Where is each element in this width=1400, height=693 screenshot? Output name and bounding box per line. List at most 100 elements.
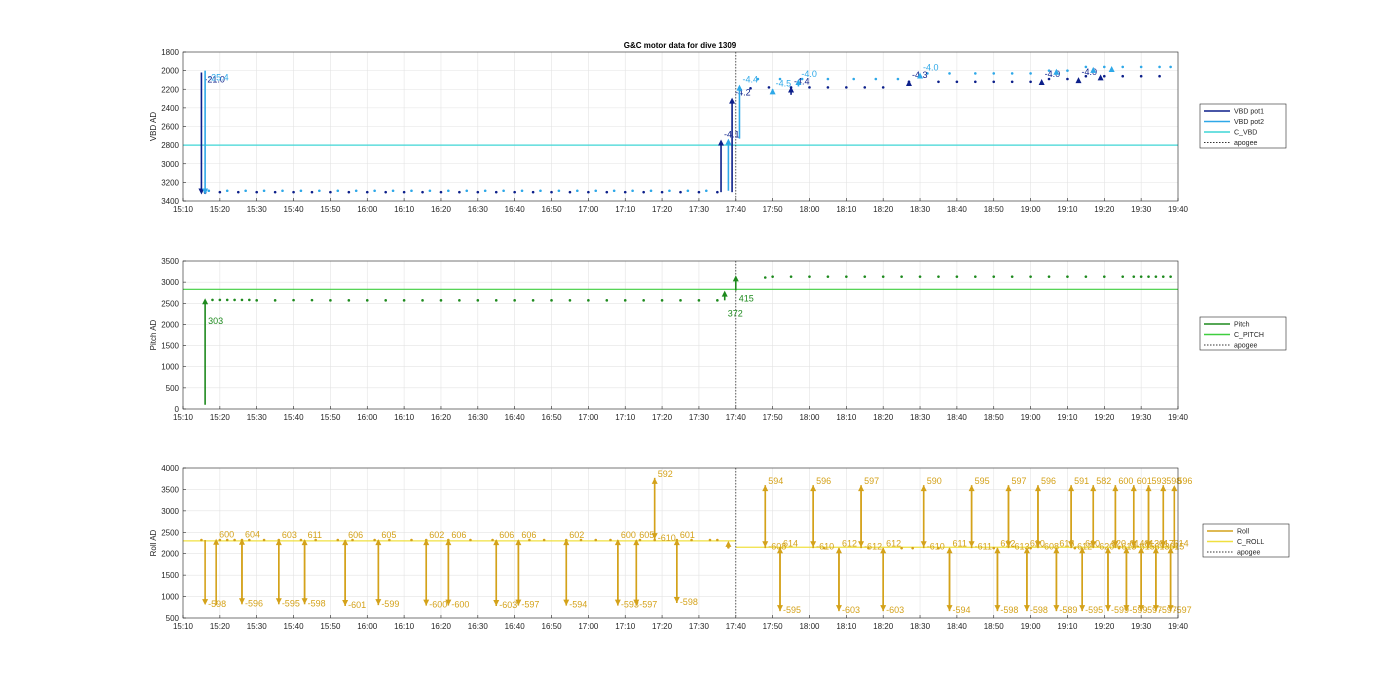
data-point-vbd-pot1: [1158, 74, 1161, 78]
data-point-pitch: [1169, 275, 1172, 278]
data-point-pitch: [863, 275, 867, 278]
y-tick-label: 2400: [161, 104, 179, 113]
data-point-vbd-pot1: [458, 190, 461, 194]
x-tick-label: 17:20: [652, 413, 673, 422]
x-tick-label: 16:30: [468, 413, 489, 422]
y-tick-label: 1000: [161, 363, 179, 372]
data-point-pitch: [513, 299, 516, 302]
data-point-vbd-pot2: [948, 72, 951, 75]
data-point-vbd-pot2: [594, 189, 598, 193]
data-point-pitch: [1154, 275, 1158, 278]
x-tick-label: 19:40: [1168, 622, 1189, 631]
arrow-label: -610: [658, 533, 676, 543]
x-tick-label: 16:00: [357, 622, 378, 631]
data-point-vbd-pot2: [428, 189, 432, 193]
arrow-label: 603: [282, 530, 297, 540]
data-point-pitch: [273, 299, 277, 302]
data-point-vbd-pot1: [273, 190, 277, 194]
data-point-pitch: [292, 298, 295, 302]
arrow-label: -601: [348, 600, 366, 610]
data-point-vbd-pot1: [679, 190, 682, 194]
data-point-vbd-pot1: [1029, 80, 1032, 84]
legend: VBD pot1 VBD pot2 C_VBDapogee: [1199, 103, 1287, 149]
data-point-vbd-pot1: [660, 190, 664, 194]
chart-roll: 15:10 15:20 15:30 15:40 15:50 16:00 16:10 16:20…: [149, 464, 1290, 631]
arrow-label: 415: [739, 293, 754, 303]
data-point-pitch: [955, 275, 959, 278]
arrow-label: -612: [864, 541, 882, 551]
arrow-label: -4.5: [776, 78, 792, 88]
x-tick-label: 19:00: [1021, 413, 1042, 422]
x-tick-label: 17:00: [578, 205, 599, 214]
data-point-vbd-pot1: [974, 80, 977, 84]
arrow-label: -4.0: [923, 62, 939, 72]
arrow-label: -595: [783, 605, 801, 615]
data-point-vbd-pot2: [1010, 72, 1014, 75]
data-point-vbd-pot1: [384, 190, 387, 194]
data-point-vbd-pot1: [605, 190, 609, 194]
y-tick-label: 500: [166, 614, 180, 623]
data-point-vbd-pot2: [1139, 65, 1143, 69]
data-point-vbd-pot1: [826, 86, 830, 89]
x-tick-label: 18:00: [799, 205, 820, 214]
x-tick-label: 15:50: [320, 413, 341, 422]
data-point-vbd-pot1: [439, 190, 443, 194]
arrow-label: 606: [451, 530, 466, 540]
y-axis-label: Roll AD: [149, 529, 158, 556]
arrow-label: 596: [816, 476, 831, 486]
x-tick-label: 17:00: [578, 413, 599, 422]
x-tick-label: 17:00: [578, 622, 599, 631]
data-point-roll: [491, 538, 494, 542]
x-tick-label: 18:40: [947, 413, 968, 422]
arrow-label: -598: [1000, 605, 1018, 615]
data-point-vbd-pot2: [852, 77, 856, 81]
arrow-label: 600: [1118, 476, 1133, 486]
x-tick-label: 17:40: [726, 205, 747, 214]
data-point-vbd-pot1: [1010, 80, 1014, 84]
data-point-vbd-pot2: [704, 189, 708, 193]
y-tick-label: 2500: [161, 528, 179, 537]
data-point-vbd-pot1: [292, 190, 295, 194]
data-point-vbd-pot1: [1102, 74, 1106, 78]
data-point-vbd-pot2: [974, 72, 977, 75]
data-point-vbd-pot2: [649, 189, 653, 193]
charts-layer: 15:10 15:20 15:30 15:40 15:50 16:00 16:10 16:20…: [149, 48, 1290, 631]
data-point-vbd-pot2: [225, 189, 229, 193]
data-point-roll: [469, 538, 472, 542]
y-tick-label: 3500: [161, 485, 179, 494]
x-tick-label: 19:10: [1057, 205, 1078, 214]
data-point-roll: [542, 538, 546, 542]
arrow-label: -589: [1059, 605, 1077, 615]
data-point-roll: [299, 538, 303, 542]
data-point-pitch: [439, 299, 443, 302]
data-point-vbd-pot2: [244, 189, 247, 193]
arrow-label: -595: [1085, 605, 1103, 615]
y-tick-label: 2000: [161, 320, 179, 329]
x-tick-label: 19:10: [1057, 622, 1078, 631]
x-tick-label: 18:30: [910, 622, 931, 631]
x-tick-label: 18:30: [910, 205, 931, 214]
x-tick-label: 18:20: [873, 413, 894, 422]
x-tick-label: 17:50: [763, 205, 784, 214]
arrow-label: 600: [219, 530, 234, 540]
y-tick-label: 1500: [161, 571, 179, 580]
legend: Pitch C_PITCHapogee: [1199, 316, 1287, 351]
legend-label: Roll: [1237, 529, 1250, 536]
x-tick-label: 16:50: [542, 622, 563, 631]
data-point-vbd-pot2: [520, 189, 524, 193]
data-point-pitch: [384, 299, 387, 302]
data-point-vbd-pot1: [863, 86, 867, 89]
data-point-pitch: [550, 299, 553, 302]
y-tick-label: 3200: [161, 178, 179, 187]
plot-area: [183, 261, 1178, 409]
arrow-label: 600: [621, 530, 636, 540]
arrow-label: 596: [1177, 476, 1192, 486]
x-tick-label: 15:20: [210, 622, 231, 631]
data-point-pitch: [1139, 275, 1143, 278]
x-tick-label: 16:50: [542, 413, 563, 422]
data-point-vbd-pot1: [347, 190, 351, 194]
x-tick-label: 15:10: [173, 413, 194, 422]
arrow-label: 612: [886, 538, 901, 548]
chart-pitch: 15:10 15:20 15:30 15:40 15:50 16:00 16:10 16:20…: [149, 257, 1287, 422]
y-tick-label: 2200: [161, 85, 179, 94]
